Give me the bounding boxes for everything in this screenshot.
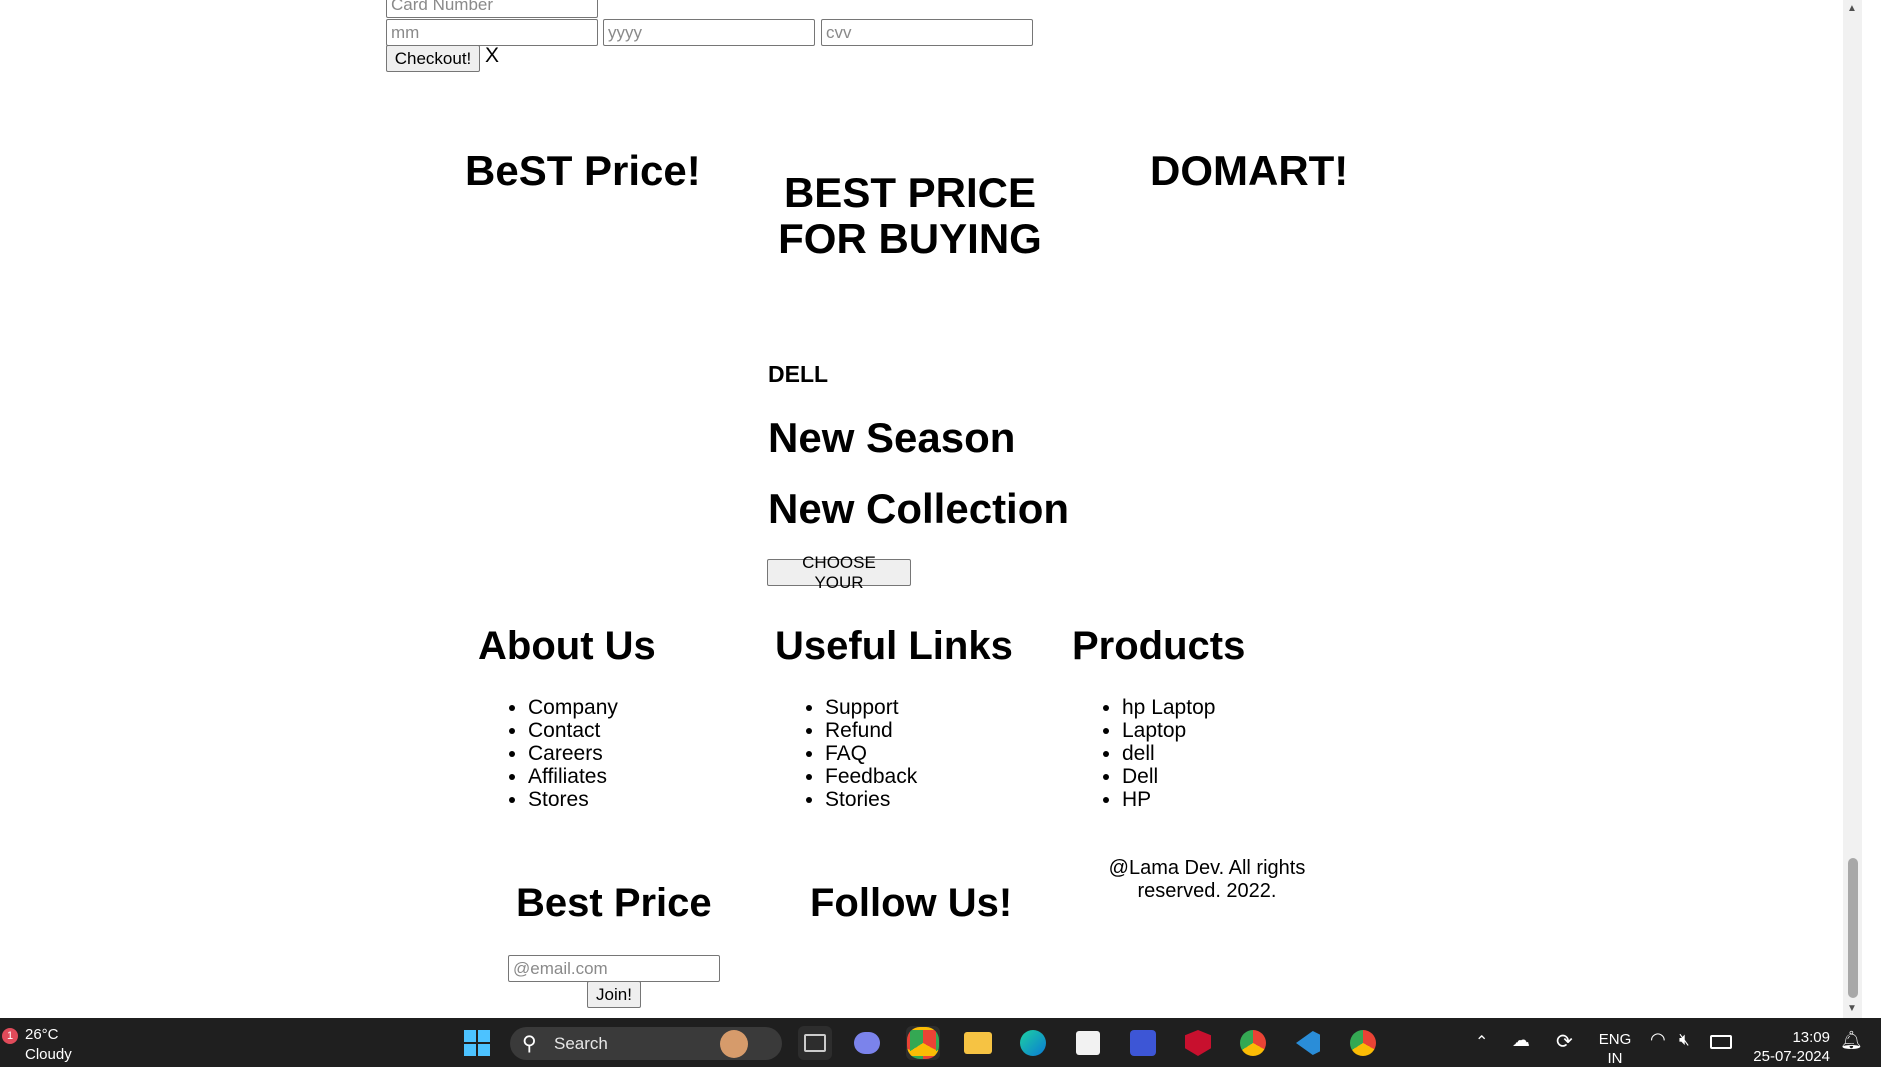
link-stories[interactable]: Stories	[825, 788, 917, 811]
link-refund[interactable]: Refund	[825, 719, 917, 742]
link-dell[interactable]: Dell	[1122, 765, 1215, 788]
card-number-input[interactable]	[386, 0, 598, 18]
weather-widget[interactable]: 1 26°C Cloudy	[0, 1022, 90, 1064]
weather-temp: 26°C	[25, 1026, 59, 1043]
battery-icon[interactable]	[1710, 1035, 1732, 1049]
clock-time: 13:09	[1792, 1029, 1830, 1046]
language-indicator[interactable]: ENG IN	[1595, 1030, 1635, 1068]
clock-date: 25-07-2024	[1753, 1048, 1830, 1065]
useful-links-heading: Useful Links	[775, 624, 1013, 668]
link-laptop[interactable]: Laptop	[1122, 719, 1215, 742]
hero-brand: DELL	[768, 361, 829, 387]
join-button[interactable]: Join!	[587, 981, 641, 1008]
onedrive-cloud-icon[interactable]: ☁	[1512, 1030, 1530, 1051]
expiry-year-input[interactable]	[603, 19, 815, 46]
link-dell-lower[interactable]: dell	[1122, 742, 1215, 765]
about-us-heading: About Us	[478, 624, 656, 668]
scrollbar-thumb[interactable]	[1848, 858, 1858, 998]
search-highlight-icon	[720, 1030, 748, 1058]
weather-badge: 1	[2, 1028, 18, 1044]
link-feedback[interactable]: Feedback	[825, 765, 917, 788]
products-list: hp Laptop Laptop dell Dell HP	[1092, 696, 1215, 811]
link-company[interactable]: Company	[528, 696, 618, 719]
search-icon: ⚲	[522, 1033, 537, 1055]
volume-muted-icon[interactable]: 🔇︎	[1679, 1030, 1690, 1050]
follow-us-heading: Follow Us!	[810, 881, 1013, 925]
newsletter-email-input[interactable]	[508, 955, 720, 982]
link-stores[interactable]: Stores	[528, 788, 618, 811]
tray-overflow-chevron-icon[interactable]: ⌃	[1475, 1032, 1488, 1052]
chrome-icon[interactable]	[906, 1026, 940, 1060]
products-heading: Products	[1072, 624, 1246, 668]
cvv-input[interactable]	[821, 19, 1033, 46]
link-careers[interactable]: Careers	[528, 742, 618, 765]
chrome-profile-a-icon[interactable]	[1346, 1026, 1380, 1060]
microsoft-store-icon[interactable]	[1071, 1026, 1105, 1060]
copyright-text: @Lama Dev. All rights reserved. 2022.	[1067, 857, 1347, 903]
link-affiliates[interactable]: Affiliates	[528, 765, 618, 788]
language-top: ENG	[1598, 1031, 1632, 1048]
link-hp[interactable]: HP	[1122, 788, 1215, 811]
web-page: Checkout! X BeST Price! BEST PRICE FOR B…	[0, 0, 1862, 1018]
hero-line1: New Season	[768, 414, 1016, 461]
task-view-icon[interactable]	[798, 1026, 832, 1060]
language-bottom: IN	[1607, 1050, 1623, 1067]
file-explorer-icon[interactable]	[961, 1026, 995, 1060]
copyright-line1: @Lama Dev. All rights	[1108, 857, 1306, 879]
choose-your-button[interactable]: CHOOSE YOUR	[767, 553, 911, 592]
page-scrollbar[interactable]: ▲ ▼	[1843, 0, 1862, 1018]
banner-center-line1: BEST PRICE	[783, 169, 1037, 216]
windows-taskbar: 1 26°C Cloudy ⚲ Search ⌃ ☁ ⟳ ENG IN ◠ 🔇︎…	[0, 1018, 1881, 1067]
banner-right-heading: DOMART!	[1150, 147, 1349, 194]
vscode-icon[interactable]	[1291, 1026, 1325, 1060]
checkout-button[interactable]: Checkout!	[386, 45, 480, 72]
close-checkout-button[interactable]: X	[485, 44, 499, 68]
expiry-month-input[interactable]	[386, 19, 598, 46]
scroll-up-arrow-icon[interactable]: ▲	[1847, 3, 1857, 14]
wifi-icon[interactable]: ◠	[1650, 1029, 1666, 1050]
notification-bell-icon[interactable]: 🔔︎	[1840, 1030, 1863, 1051]
link-contact[interactable]: Contact	[528, 719, 618, 742]
link-support[interactable]: Support	[825, 696, 917, 719]
banner-center-heading: BEST PRICE FOR BUYING	[770, 170, 1050, 262]
taskbar-search-box[interactable]: ⚲ Search	[510, 1027, 782, 1060]
copyright-line2: reserved. 2022.	[1137, 880, 1277, 902]
banner-center-line2: FOR BUYING	[778, 215, 1042, 262]
useful-links-list: Support Refund FAQ Feedback Stories	[795, 696, 917, 811]
zoom-meet-icon[interactable]	[850, 1026, 884, 1060]
scroll-down-arrow-icon[interactable]: ▼	[1847, 1003, 1857, 1014]
taskbar-search-label: Search	[554, 1034, 608, 1053]
clock[interactable]: 13:09 25-07-2024	[1740, 1028, 1830, 1066]
edge-icon[interactable]	[1016, 1026, 1050, 1060]
banner-left-heading: BeST Price!	[465, 147, 701, 194]
link-hp-laptop[interactable]: hp Laptop	[1122, 696, 1215, 719]
mcafee-icon[interactable]	[1181, 1026, 1215, 1060]
weather-desc: Cloudy	[25, 1046, 72, 1063]
powerautomate-icon[interactable]	[1126, 1026, 1160, 1060]
hero-line2: New Collection	[768, 485, 1070, 532]
chrome-profile-n-icon[interactable]	[1236, 1026, 1270, 1060]
about-us-list: Company Contact Careers Affiliates Store…	[498, 696, 618, 811]
sync-icon[interactable]: ⟳	[1556, 1029, 1573, 1054]
link-faq[interactable]: FAQ	[825, 742, 917, 765]
newsletter-heading: Best Price	[516, 881, 712, 925]
windows-start-icon[interactable]	[460, 1026, 494, 1060]
